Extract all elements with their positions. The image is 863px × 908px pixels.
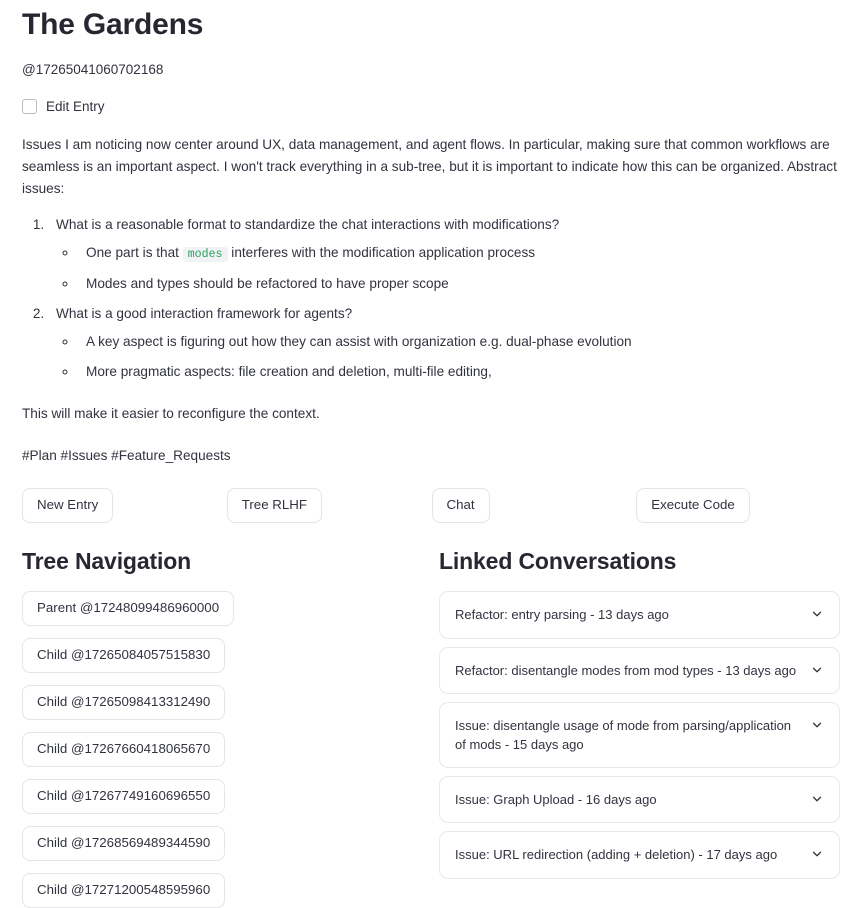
sub-list-item: More pragmatic aspects: file creation an… — [78, 361, 841, 383]
intro-paragraph: Issues I am noticing now center around U… — [22, 136, 837, 196]
page-title: The Gardens — [22, 8, 204, 41]
conversation-accordion-3[interactable]: Issue: disentangle usage of mode from pa… — [439, 701, 840, 769]
sub-item-text-pre: A key aspect is figuring out how they ca… — [86, 333, 632, 349]
tree-navigation-column: Tree Navigation Parent @1724809948696000… — [22, 547, 439, 908]
tree-node-child-6[interactable]: Child @17271200548595960 — [22, 873, 226, 908]
chevron-down-icon[interactable] — [810, 718, 824, 732]
tree-navigation-list: Parent @17248099486960000 Child @1726508… — [22, 591, 439, 908]
accordion-label: Refactor: entry parsing - 13 days ago — [455, 607, 669, 623]
execute-code-button[interactable]: Execute Code — [636, 488, 750, 524]
tree-node-child-4[interactable]: Child @17267749160696550 — [22, 779, 226, 815]
accordion-header[interactable]: Refactor: disentangle modes from mod typ… — [440, 648, 839, 693]
two-column-section: Tree Navigation Parent @1724809948696000… — [22, 547, 841, 908]
linked-conversations-list: Refactor: entry parsing - 13 days ago Re… — [439, 591, 840, 879]
sub-item-text-post: interferes with the modification applica… — [227, 244, 536, 260]
tree-node-child-2[interactable]: Child @17265098413312490 — [22, 685, 226, 721]
tree-rlhf-button[interactable]: Tree RLHF — [226, 488, 323, 524]
linked-conversations-column: Linked Conversations Refactor: entry par… — [439, 547, 840, 908]
sub-list-item: A key aspect is figuring out how they ca… — [78, 331, 841, 353]
tags-line: #Plan #Issues #Feature_Requests — [22, 447, 231, 463]
entry-id-label: @17265041060702168 — [22, 61, 164, 77]
list-item-text: What is a good interaction framework for… — [56, 305, 353, 321]
accordion-header[interactable]: Issue: URL redirection (adding + deletio… — [440, 832, 839, 877]
conversation-accordion-2[interactable]: Refactor: disentangle modes from mod typ… — [439, 646, 840, 694]
chevron-down-icon[interactable] — [810, 607, 824, 621]
accordion-label: Refactor: disentangle modes from mod typ… — [455, 662, 797, 678]
inline-code-modes: modes — [182, 246, 228, 262]
sub-list: One part is that modes interferes with t… — [56, 242, 841, 295]
accordion-header[interactable]: Issue: disentangle usage of mode from pa… — [440, 703, 839, 767]
action-button-row: New Entry Tree RLHF Chat Execute Code — [22, 488, 841, 524]
tree-node-parent[interactable]: Parent @17248099486960000 — [22, 591, 235, 627]
sub-item-text-pre: One part is that — [86, 244, 183, 260]
list-item: What is a reasonable format to standardi… — [48, 214, 841, 295]
sub-list-item: Modes and types should be refactored to … — [78, 273, 841, 295]
edit-entry-checkbox[interactable]: Edit Entry — [22, 98, 841, 114]
conversation-accordion-5[interactable]: Issue: URL redirection (adding + deletio… — [439, 831, 840, 879]
new-entry-button[interactable]: New Entry — [22, 488, 114, 524]
chevron-down-icon[interactable] — [810, 847, 824, 861]
linked-conversations-title: Linked Conversations — [439, 548, 677, 575]
conversation-accordion-1[interactable]: Refactor: entry parsing - 13 days ago — [439, 591, 840, 639]
edit-entry-label: Edit Entry — [46, 98, 105, 114]
list-item: What is a good interaction framework for… — [48, 303, 841, 383]
tree-navigation-title: Tree Navigation — [22, 548, 192, 575]
abstract-issues-list: What is a reasonable format to standardi… — [22, 214, 841, 383]
closing-paragraph: This will make it easier to reconfigure … — [22, 405, 320, 421]
sub-item-text-pre: Modes and types should be refactored to … — [86, 275, 449, 291]
sub-item-text-pre: More pragmatic aspects: file creation an… — [86, 363, 492, 379]
accordion-label: Issue: URL redirection (adding + deletio… — [455, 847, 778, 863]
app-page: The Gardens @17265041060702168 Edit Entr… — [0, 0, 863, 908]
accordion-header[interactable]: Issue: Graph Upload - 16 days ago — [440, 777, 839, 822]
sub-list: A key aspect is figuring out how they ca… — [56, 331, 841, 383]
list-item-text: What is a reasonable format to standardi… — [56, 216, 560, 232]
tree-node-child-3[interactable]: Child @17267660418065670 — [22, 732, 226, 768]
tree-node-child-1[interactable]: Child @17265084057515830 — [22, 638, 226, 674]
chevron-down-icon[interactable] — [810, 792, 824, 806]
chat-button[interactable]: Chat — [431, 488, 490, 524]
accordion-label: Issue: Graph Upload - 16 days ago — [455, 792, 657, 808]
sub-list-item: One part is that modes interferes with t… — [78, 242, 841, 265]
accordion-header[interactable]: Refactor: entry parsing - 13 days ago — [440, 592, 839, 637]
chevron-down-icon[interactable] — [810, 663, 824, 677]
accordion-label: Issue: disentangle usage of mode from pa… — [455, 717, 792, 753]
checkbox-box[interactable] — [22, 98, 37, 114]
tree-node-child-5[interactable]: Child @17268569489344590 — [22, 826, 226, 862]
conversation-accordion-4[interactable]: Issue: Graph Upload - 16 days ago — [439, 776, 840, 824]
